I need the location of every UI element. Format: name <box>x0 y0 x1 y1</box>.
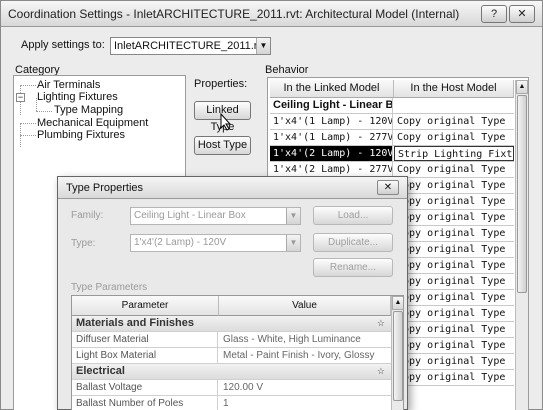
behavior-label: Behavior <box>265 64 309 76</box>
host-type-cell[interactable]: Copy original Type <box>394 338 514 353</box>
param-name: Diffuser Material <box>72 332 218 347</box>
chevron-down-icon: ▼ <box>286 208 300 224</box>
host-type-cell[interactable]: Copy original Type <box>394 242 514 257</box>
type-parameters-label: Type Parameters <box>71 282 148 293</box>
title-bar: Coordination Settings - InletARCHITECTUR… <box>1 1 542 27</box>
param-name: Light Box Material <box>72 348 218 363</box>
linked-type-cell[interactable]: 1'x4'(1 Lamp) - 277V <box>270 130 393 145</box>
tree-item-mechanical-equipment[interactable]: Mechanical Equipment <box>37 117 148 129</box>
param-row[interactable]: Ballast Voltage 120.00 V <box>72 380 391 396</box>
param-group-label: Electrical <box>76 365 125 377</box>
params-scrollbar[interactable]: ▲ <box>391 296 403 410</box>
behavior-scrollbar[interactable]: ▲ <box>515 80 528 410</box>
table-row[interactable]: 1'x4'(2 Lamp) - 120VStrip Lighting Fixtu… <box>270 146 514 162</box>
apply-settings-dropdown[interactable]: InletARCHITECTURE_2011.rvt : Arcl ▼ <box>110 37 271 55</box>
apply-settings-label: Apply settings to: <box>21 39 105 51</box>
linked-type-cell[interactable]: 1'x4'(2 Lamp) - 277V <box>270 162 393 177</box>
family-label: Family: <box>71 210 104 221</box>
close-button[interactable]: ✕ <box>509 5 535 23</box>
table-row[interactable]: 1'x4'(1 Lamp) - 120V Copy original Type <box>270 114 514 130</box>
load-button[interactable]: Load... <box>313 206 393 225</box>
group-value <box>394 98 514 113</box>
family-dropdown[interactable]: Ceiling Light - Linear Box ▼ <box>130 207 301 225</box>
window-title: Coordination Settings - InletARCHITECTUR… <box>8 7 460 21</box>
param-group-label: Materials and Finishes <box>76 317 194 329</box>
scroll-up-icon[interactable]: ▲ <box>392 296 403 310</box>
param-group-row[interactable]: Electrical ☆ <box>72 364 391 380</box>
type-label: Type: <box>71 238 96 249</box>
apply-settings-value: InletARCHITECTURE_2011.rvt : Arcl <box>114 40 270 52</box>
family-value: Ceiling Light - Linear Box <box>134 210 246 221</box>
table-group-row: Ceiling Light - Linear Box <box>270 98 514 114</box>
host-type-cell[interactable]: Copy original Type <box>394 322 514 337</box>
chevron-down-icon: ▼ <box>256 38 270 54</box>
param-value[interactable]: 1 <box>219 396 391 410</box>
tree-connector <box>20 123 36 124</box>
tree-connector <box>36 111 52 112</box>
type-dropdown[interactable]: 1'x4'(2 Lamp) - 120V ▼ <box>130 234 301 252</box>
scroll-thumb[interactable] <box>393 311 403 401</box>
host-type-button[interactable]: Host Type <box>194 136 251 155</box>
tree-item-plumbing-fixtures[interactable]: Plumbing Fixtures <box>37 129 125 141</box>
column-header-host[interactable]: In the Host Model <box>394 80 514 98</box>
param-value[interactable]: Metal - Paint Finish - Ivory, Glossy <box>219 348 391 363</box>
group-label: Ceiling Light - Linear Box <box>270 98 393 113</box>
column-header-parameter[interactable]: Parameter <box>72 296 219 316</box>
chevron-down-icon: ▼ <box>286 235 300 251</box>
properties-label: Properties: <box>194 78 248 90</box>
duplicate-button[interactable]: Duplicate... <box>313 233 393 252</box>
host-type-cell[interactable]: Copy original Type <box>394 210 514 225</box>
host-type-cell[interactable]: Copy original Type <box>394 178 514 193</box>
rename-button[interactable]: Rename... <box>313 258 393 277</box>
table-row[interactable]: 1'x4'(1 Lamp) - 277V Copy original Type <box>270 130 514 146</box>
param-name: Ballast Number of Poles <box>72 396 218 410</box>
type-properties-title-bar: Type Properties ✕ <box>58 177 407 199</box>
host-type-cell[interactable]: Strip Lighting Fixtures : <box>394 146 514 161</box>
param-name: Ballast Voltage <box>72 380 218 395</box>
type-properties-title: Type Properties <box>66 182 144 194</box>
host-type-cell[interactable]: Copy original Type <box>394 258 514 273</box>
host-type-cell[interactable]: Copy original Type <box>394 354 514 369</box>
host-type-cell[interactable]: Copy original Type <box>394 274 514 289</box>
param-row[interactable]: Diffuser Material Glass - White, High Lu… <box>72 332 391 348</box>
type-parameters-table: Parameter Value Materials and Finishes ☆… <box>71 295 404 410</box>
param-row[interactable]: Light Box Material Metal - Paint Finish … <box>72 348 391 364</box>
tree-item-air-terminals[interactable]: Air Terminals <box>37 79 100 91</box>
host-type-cell[interactable]: Copy original Type <box>394 370 514 385</box>
type-properties-dialog: Type Properties ✕ Family: Ceiling Light … <box>57 176 408 410</box>
param-row[interactable]: Ballast Number of Poles 1 <box>72 396 391 410</box>
type-value: 1'x4'(2 Lamp) - 120V <box>134 237 227 248</box>
param-group-row[interactable]: Materials and Finishes ☆ <box>72 316 391 332</box>
host-type-cell[interactable]: Copy original Type <box>394 162 514 177</box>
tree-item-type-mapping[interactable]: Type Mapping <box>54 104 123 116</box>
tree-item-lighting-fixtures[interactable]: Lighting Fixtures <box>37 91 118 103</box>
collapse-icon[interactable]: − <box>16 93 25 102</box>
host-type-cell[interactable]: Copy original Type <box>394 226 514 241</box>
host-type-cell[interactable]: Copy original Type <box>394 306 514 321</box>
param-value[interactable]: 120.00 V <box>219 380 391 395</box>
host-type-cell[interactable]: Copy original Type <box>394 130 514 145</box>
host-type-cell[interactable]: Copy original Type <box>394 194 514 209</box>
tree-connector <box>20 85 36 86</box>
linked-type-cell[interactable]: 1'x4'(2 Lamp) - 120V <box>270 146 393 161</box>
column-header-value[interactable]: Value <box>219 296 391 316</box>
host-type-cell[interactable]: Copy original Type <box>394 290 514 305</box>
scroll-up-icon[interactable]: ▲ <box>516 80 528 94</box>
collapse-chevron-icon[interactable]: ☆ <box>377 364 385 379</box>
column-header-linked[interactable]: In the Linked Model <box>270 80 394 98</box>
type-properties-close-button[interactable]: ✕ <box>377 180 399 195</box>
help-button[interactable]: ? <box>481 5 507 23</box>
host-type-cell[interactable]: Copy original Type <box>394 114 514 129</box>
linked-type-cell[interactable]: 1'x4'(1 Lamp) - 120V <box>270 114 393 129</box>
scroll-thumb[interactable] <box>517 95 527 293</box>
tree-connector <box>20 135 36 136</box>
param-value[interactable]: Glass - White, High Luminance <box>219 332 391 347</box>
mouse-cursor-icon <box>220 113 232 131</box>
collapse-chevron-icon[interactable]: ☆ <box>377 316 385 331</box>
